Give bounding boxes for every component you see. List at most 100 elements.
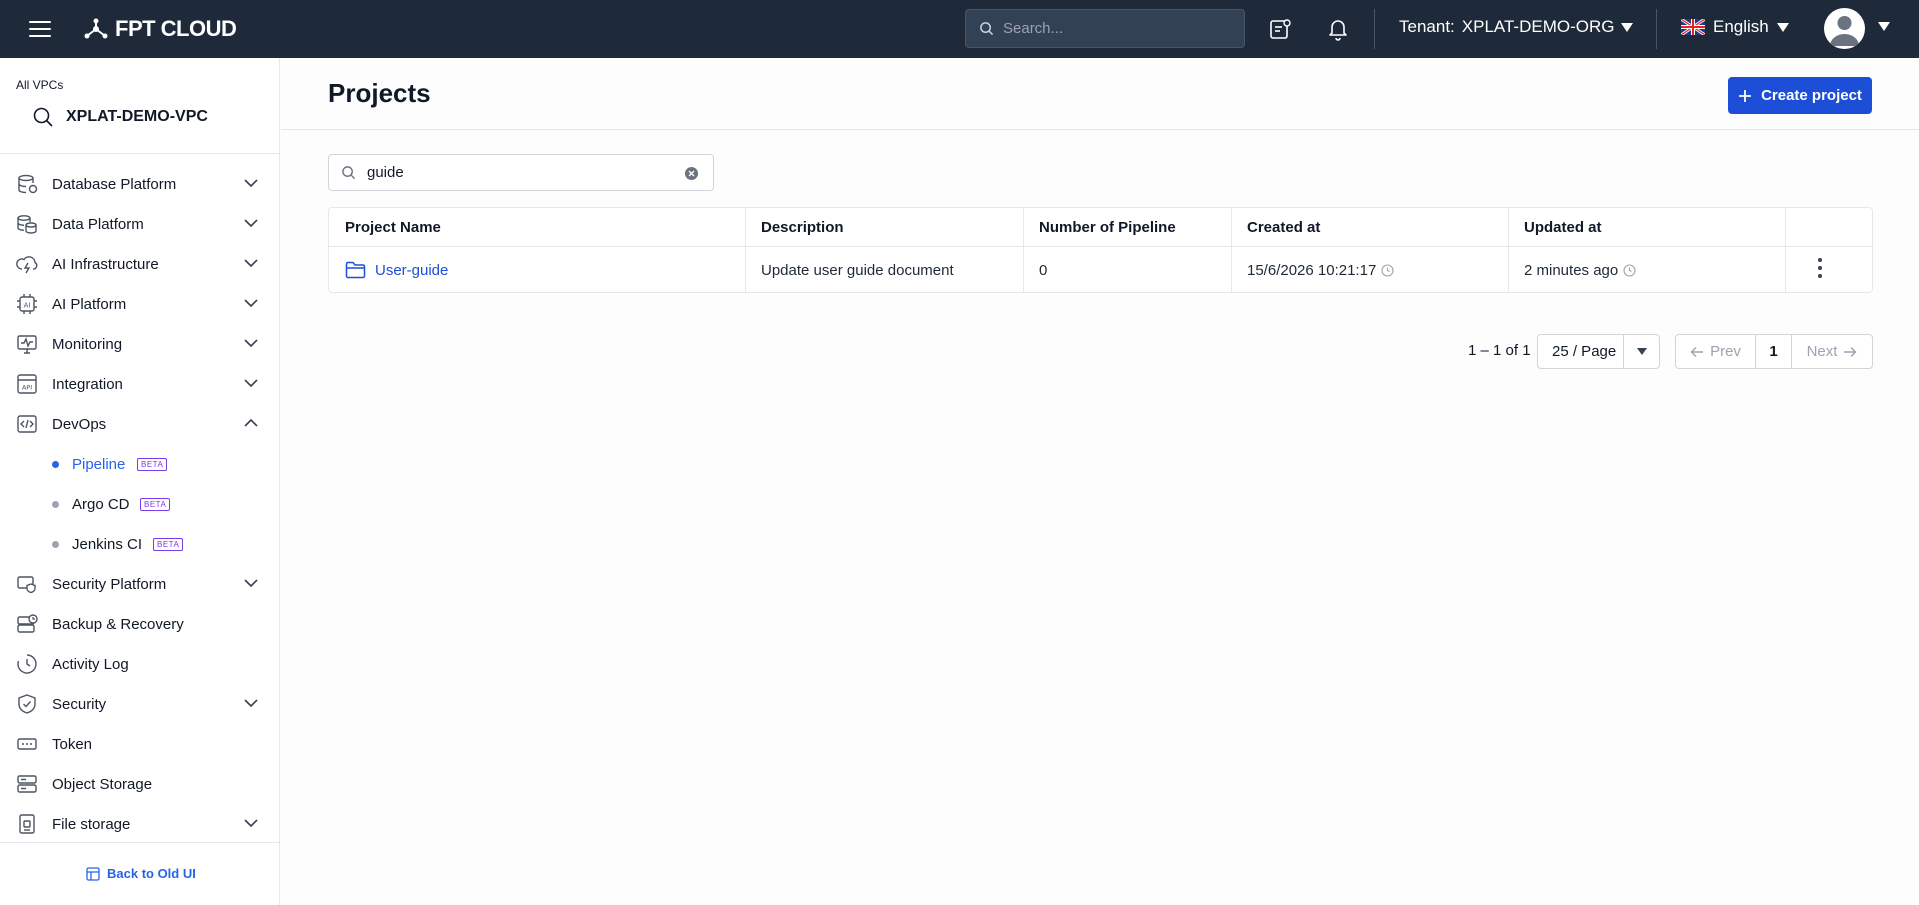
active-dot	[52, 460, 59, 468]
sidebar-item-ai-platform[interactable]: AI AI Platform	[0, 284, 280, 324]
sidebar-item-object-storage[interactable]: Object Storage	[0, 764, 280, 804]
clock-icon	[17, 654, 37, 674]
column-divider	[1785, 208, 1786, 292]
project-name: User-guide	[375, 261, 449, 279]
sidebar-item-ai-infrastructure[interactable]: AI Infrastructure	[0, 244, 280, 284]
language-caret-icon	[1776, 22, 1789, 32]
sidebar-subitem-label: Argo CD	[72, 495, 130, 513]
tenant-caret-icon	[1621, 22, 1634, 32]
svg-text:AI: AI	[24, 302, 31, 310]
devops-icon	[17, 415, 37, 433]
table-cell-pipelines: 0	[1039, 261, 1048, 279]
back-to-old-ui-label: Back to Old UI	[107, 866, 196, 881]
column-header-description[interactable]: Description	[745, 208, 1023, 246]
clock-icon[interactable]	[1623, 263, 1636, 277]
ai-infra-icon	[16, 256, 38, 274]
fpt-cloud-logo[interactable]: FPT CLOUD	[83, 16, 237, 42]
topbar-divider	[1656, 9, 1657, 49]
topbar-divider	[1374, 9, 1375, 49]
next-label: Next	[1806, 343, 1838, 360]
sidebar-item-label: Security Platform	[52, 575, 167, 593]
sidebar-item-label: Backup & Recovery	[52, 615, 184, 633]
bullet-dot	[52, 500, 59, 508]
file-storage-icon	[19, 814, 35, 834]
user-avatar[interactable]	[1824, 8, 1865, 49]
sidebar-item-file-storage[interactable]: File storage	[0, 804, 280, 844]
vpc-name: XPLAT-DEMO-VPC	[66, 108, 208, 125]
sidebar-divider	[0, 153, 280, 154]
beta-badge: BETA	[140, 497, 171, 511]
tenant-value: XPLAT-DEMO-ORG	[1461, 17, 1615, 36]
row-actions-kebab-icon[interactable]	[1818, 258, 1822, 278]
sidebar-subitem-jenkins-ci[interactable]: Jenkins CI BETA	[0, 524, 280, 564]
user-menu-caret-icon[interactable]	[1878, 22, 1890, 31]
sidebar-item-label: Security	[52, 695, 107, 713]
sidebar-item-security-platform[interactable]: Security Platform	[0, 564, 280, 604]
column-header-number-of-pipeline[interactable]: Number of Pipeline	[1023, 208, 1231, 246]
column-header-created-at[interactable]: Created at	[1231, 208, 1508, 246]
plus-icon	[1739, 89, 1752, 102]
page-number-button[interactable]: 1	[1756, 335, 1792, 368]
logo-text: FPT CLOUD	[115, 16, 237, 41]
hamburger-menu-icon[interactable]	[29, 21, 51, 37]
sidebar-item-security[interactable]: Security	[0, 684, 280, 724]
layout-icon	[86, 866, 100, 881]
support-ticket-icon[interactable]	[1268, 17, 1292, 41]
clear-search-icon[interactable]	[684, 166, 699, 181]
global-search-input[interactable]: Search...	[965, 9, 1245, 48]
clock-icon[interactable]	[1381, 263, 1394, 277]
sidebar-item-token[interactable]: Token	[0, 724, 280, 764]
chevron-down-icon	[244, 339, 258, 348]
sidebar-item-label: File storage	[52, 815, 131, 833]
project-link[interactable]: User-guide	[345, 261, 448, 279]
column-header-updated-at[interactable]: Updated at	[1508, 208, 1785, 246]
search-icon	[33, 107, 53, 127]
sidebar-item-backup-recovery[interactable]: Backup & Recovery	[0, 604, 280, 644]
tenant-label: Tenant:	[1399, 17, 1455, 36]
sidebar-item-monitoring[interactable]: Monitoring	[0, 324, 280, 364]
vpc-selector[interactable]: XPLAT-DEMO-VPC	[32, 106, 208, 128]
next-page-button[interactable]: Next	[1792, 335, 1872, 368]
page-size-select[interactable]: 25 / Page	[1537, 334, 1660, 369]
sidebar-item-activity-log[interactable]: Activity Log	[0, 644, 280, 684]
page-size-value: 25 / Page	[1538, 335, 1624, 368]
folder-icon	[345, 261, 366, 279]
table-cell-project-name: User-guide	[329, 247, 745, 293]
sidebar-item-database-platform[interactable]: Database Platform	[0, 164, 280, 204]
sidebar-subitem-argo-cd[interactable]: Argo CD BETA	[0, 484, 280, 524]
sidebar-subitem-pipeline[interactable]: Pipeline BETA	[0, 444, 280, 484]
search-icon	[980, 22, 994, 36]
sidebar-item-label: Object Storage	[52, 775, 153, 793]
caret-down-icon	[1636, 347, 1647, 355]
create-project-button[interactable]: Create project	[1728, 77, 1872, 114]
project-search-input[interactable]: guide	[328, 154, 714, 191]
ai-chip-icon: AI	[17, 294, 37, 314]
data-stack-icon	[17, 215, 37, 234]
chevron-down-icon	[244, 219, 258, 228]
chevron-down-icon	[244, 579, 258, 588]
prev-page-button[interactable]: Prev	[1676, 335, 1756, 368]
tenant-selector[interactable]: Tenant: XPLAT-DEMO-ORG	[1399, 17, 1634, 37]
sidebar-item-label: Monitoring	[52, 335, 123, 353]
prev-label: Prev	[1710, 343, 1741, 360]
created-at-value: 15/6/2026 10:21:17	[1247, 261, 1377, 279]
chevron-down-icon	[244, 699, 258, 708]
sidebar-item-devops[interactable]: DevOps	[0, 404, 280, 444]
sidebar-item-label: DevOps	[52, 415, 107, 433]
shield-icon	[18, 694, 36, 714]
page-size-dropdown[interactable]	[1624, 347, 1659, 356]
language-selector[interactable]: English	[1681, 17, 1789, 37]
updated-at-value: 2 minutes ago	[1524, 261, 1619, 279]
sidebar-item-integration[interactable]: API Integration	[0, 364, 280, 404]
column-header-project-name[interactable]: Project Name	[329, 208, 745, 246]
back-to-old-ui-link[interactable]: Back to Old UI	[86, 866, 196, 881]
uk-flag-icon	[1681, 19, 1705, 35]
chevron-down-icon	[244, 259, 258, 268]
notification-bell-icon[interactable]	[1326, 16, 1350, 42]
sidebar-item-label: Activity Log	[52, 655, 129, 673]
sidebar-item-label: Data Platform	[52, 215, 144, 233]
api-icon: API	[17, 374, 37, 394]
vpc-label: All VPCs	[16, 78, 64, 92]
arrow-right-icon	[1844, 346, 1857, 357]
sidebar-item-data-platform[interactable]: Data Platform	[0, 204, 280, 244]
